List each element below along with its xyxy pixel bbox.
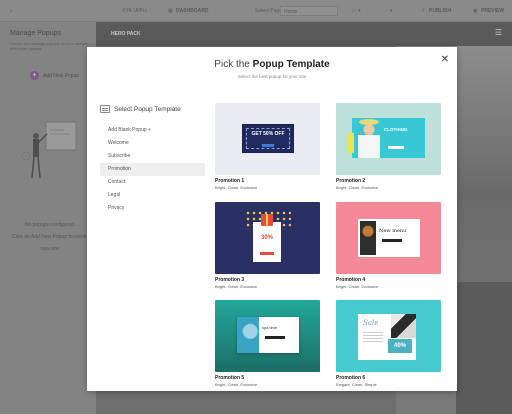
- template-name: Promotion 1: [215, 178, 245, 184]
- category-welcome[interactable]: Welcome: [100, 137, 210, 150]
- hero-label: HERO PACK: [111, 31, 141, 37]
- zoom-icon[interactable]: ▾: [390, 8, 393, 14]
- secondary-photo: [456, 282, 512, 414]
- modal-subtitle: Select the best popup for your site: [237, 74, 307, 79]
- category-add-blank[interactable]: Add Blank Popup +: [100, 124, 210, 137]
- preview-icon: ◉: [473, 8, 478, 14]
- hero-header: [96, 22, 512, 46]
- template-tags: Bright, Clean, Exclusive: [215, 382, 258, 387]
- dashboard-link[interactable]: DASHBOARD: [176, 8, 209, 14]
- template-thumbnail: New menu: [336, 202, 441, 274]
- template-card-promotion-6[interactable]: Sale 40% Promotion 6 Elegant, Clean, Sim…: [336, 300, 441, 387]
- template-icon: [100, 105, 110, 113]
- template-thumbnail: CLOTHING: [336, 103, 441, 175]
- sidebar-header: Select Popup Template: [100, 103, 210, 115]
- template-name: Promotion 3: [215, 277, 245, 283]
- category-legal[interactable]: Legal: [100, 189, 210, 202]
- page-select[interactable]: Home: [280, 6, 338, 16]
- template-tags: Bright, Clean, Exclusive: [336, 185, 379, 190]
- template-card-promotion-4[interactable]: New menu Promotion 4 Bright, Clean, Excl…: [336, 202, 441, 289]
- hamburger-icon[interactable]: ☰: [495, 29, 502, 37]
- publish-button[interactable]: PUBLISH: [429, 8, 451, 14]
- category-contact[interactable]: Contact: [100, 176, 210, 189]
- template-card-promotion-5[interactable]: spa time Promotion 5 Bright, Clean, Excl…: [215, 300, 320, 387]
- template-name: Promotion 6: [336, 375, 366, 381]
- top-bar: ‹ XYK UI/Prc ▦ DASHBOARD Select Page Hom…: [0, 0, 512, 22]
- template-categories: Select Popup Template Add Blank Popup + …: [100, 103, 210, 215]
- url-text: XYK UI/Prc: [122, 8, 148, 14]
- panel-description: Create and manage popups on your website…: [10, 41, 89, 51]
- popup-template-modal: ✕ Pick the Popup Template Select the bes…: [87, 47, 457, 391]
- template-card-promotion-2[interactable]: CLOTHING Promotion 2 Bright, Clean, Excl…: [336, 103, 441, 190]
- template-tags: Elegant, Clean, Simple: [336, 382, 377, 387]
- add-popup-button[interactable]: + Add New Popup: [30, 71, 79, 80]
- template-card-promotion-3[interactable]: 30% Promotion 3 Bright, Clean, Exclusive: [215, 202, 320, 289]
- panel-title: Manage Popups: [10, 30, 61, 37]
- person-illustration: [21, 121, 77, 179]
- template-tags: Bright, Clean, Exclusive: [336, 284, 379, 289]
- template-thumbnail: GET 50% OFF: [215, 103, 320, 175]
- category-privacy[interactable]: Privacy: [100, 202, 210, 215]
- template-name: Promotion 4: [336, 277, 366, 283]
- publish-icon: ⇧: [421, 8, 426, 14]
- modal-title: Pick the Popup Template: [214, 59, 330, 70]
- device-icon[interactable]: ▭ ▾: [352, 8, 361, 14]
- preview-button[interactable]: PREVIEW: [481, 8, 504, 14]
- dashboard-icon[interactable]: ▦: [168, 8, 173, 14]
- template-name: Promotion 5: [215, 375, 245, 381]
- template-thumbnail: spa time: [215, 300, 320, 372]
- gift-icon: [261, 214, 273, 226]
- empty-state-text: No popups configured. Click on Add New P…: [12, 222, 88, 252]
- template-tags: Bright, Clean, Exclusive: [215, 185, 258, 190]
- select-page-label: Select Page: [255, 8, 282, 14]
- plus-icon: +: [30, 71, 39, 80]
- manage-popups-panel: Manage Popups Create and manage popups o…: [0, 22, 96, 414]
- template-name: Promotion 2: [336, 178, 366, 184]
- template-thumbnail: Sale 40%: [336, 300, 441, 372]
- template-card-promotion-1[interactable]: GET 50% OFF Promotion 1 Bright, Clean, E…: [215, 103, 320, 190]
- back-icon[interactable]: ‹: [10, 6, 13, 15]
- category-promotion[interactable]: Promotion: [100, 163, 205, 176]
- template-tags: Bright, Clean, Exclusive: [215, 284, 258, 289]
- template-thumbnail: 30%: [215, 202, 320, 274]
- category-subscribe[interactable]: Subscribe: [100, 150, 210, 163]
